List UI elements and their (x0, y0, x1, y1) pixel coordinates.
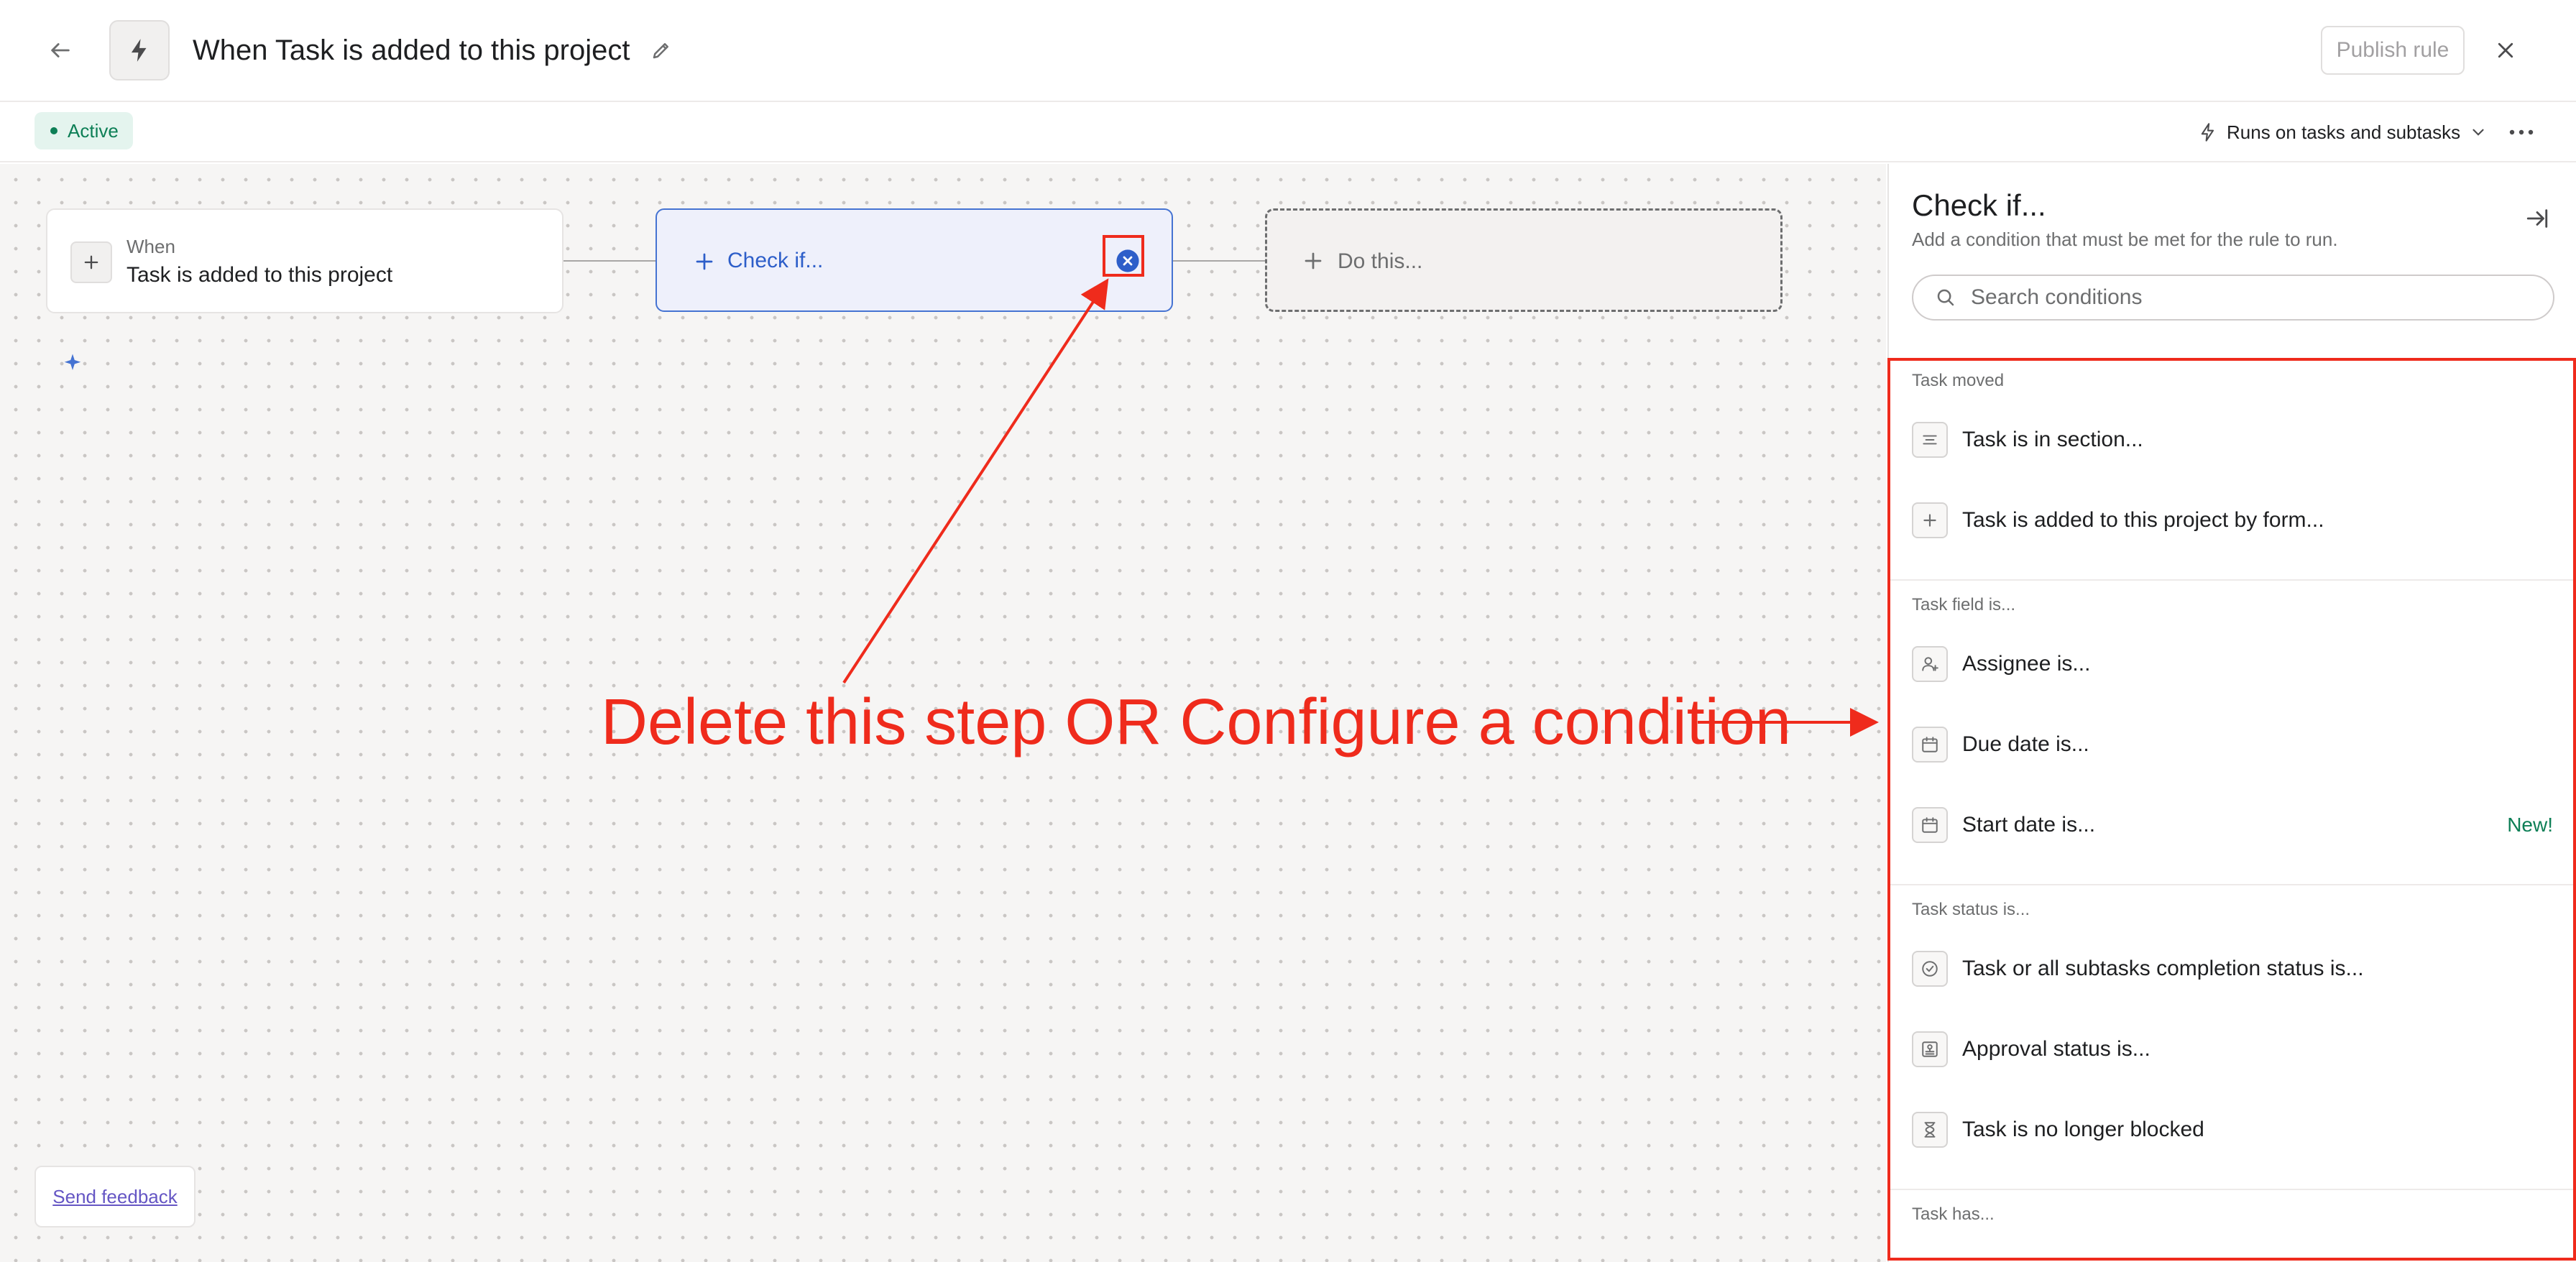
action-card[interactable]: Do this... (1265, 208, 1782, 312)
send-feedback-link[interactable]: Send feedback (52, 1186, 177, 1208)
search-conditions-box[interactable] (1912, 275, 2554, 321)
condition-panel: Check if... Add a condition that must be… (1887, 164, 2576, 1262)
plus-icon (1912, 502, 1948, 538)
calendar-icon (1912, 807, 1948, 843)
status-label: Active (68, 119, 119, 142)
status-dot-icon (50, 127, 58, 134)
condition-group: Task has... (1889, 1190, 2576, 1252)
condition-label: Check if... (727, 249, 824, 272)
status-badge[interactable]: Active (34, 112, 133, 149)
condition-label: Task is added to this project by form... (1962, 508, 2324, 532)
close-icon (2498, 42, 2513, 58)
condition-group: Task field is... Assignee is... Due date… (1889, 581, 2576, 885)
stamp-icon (1912, 1031, 1948, 1067)
condition-label: Start date is... (1962, 813, 2096, 837)
rule-lightning-icon (109, 20, 170, 80)
plus-icon[interactable] (70, 241, 112, 283)
condition-group: Task moved Task is in section... Task is… (1889, 356, 2576, 581)
condition-label: Approval status is... (1962, 1037, 2150, 1061)
search-icon (1937, 289, 1954, 306)
pencil-icon[interactable] (647, 36, 676, 65)
condition-label: Assignee is... (1962, 652, 2091, 676)
group-title: Task has... (1912, 1205, 1995, 1224)
calendar-icon (1912, 727, 1948, 763)
condition-item[interactable]: Start date is... New! (1889, 785, 2576, 865)
annotation-text: Delete this step OR Configure a conditio… (601, 686, 1791, 758)
condition-item[interactable]: Due date is... (1889, 704, 2576, 785)
ellipsis-icon (2509, 129, 2534, 135)
sparkle-icon[interactable] (62, 352, 83, 374)
condition-item[interactable]: Assignee is... (1889, 624, 2576, 704)
runs-on-label: Runs on tasks and subtasks (2227, 121, 2461, 143)
action-label: Do this... (1338, 249, 1423, 273)
search-conditions-input[interactable] (1971, 285, 2531, 310)
close-button[interactable] (2484, 29, 2527, 72)
trigger-label: When (126, 236, 175, 257)
condition-label: Task is in section... (1962, 428, 2143, 451)
new-badge: New! (2507, 814, 2553, 836)
group-title: Task status is... (1912, 900, 2030, 919)
condition-item[interactable]: Task is no longer blocked (1889, 1090, 2576, 1170)
collapse-panel-button[interactable] (2520, 201, 2554, 236)
trigger-value: Task is added to this project (126, 263, 393, 287)
person-icon (1912, 646, 1948, 682)
condition-list: Task moved Task is in section... Task is… (1889, 356, 2576, 1262)
check-circle-icon (1912, 951, 1948, 987)
hourglass-icon (1912, 1112, 1948, 1148)
panel-title: Check if... (1912, 188, 2046, 222)
plus-icon (691, 249, 717, 275)
rule-title[interactable]: When Task is added to this project (193, 32, 630, 69)
plus-icon (1300, 248, 1326, 274)
trigger-card[interactable]: When Task is added to this project (46, 208, 564, 313)
runs-on-dropdown[interactable]: Runs on tasks and subtasks (2198, 115, 2488, 149)
delete-step-button[interactable] (1107, 240, 1149, 282)
send-feedback-box: Send feedback (34, 1166, 196, 1228)
rule-subheader: Active Runs on tasks and subtasks (0, 102, 2576, 162)
arrow-left-icon (51, 43, 70, 57)
condition-label: Due date is... (1962, 732, 2089, 756)
condition-card[interactable]: Check if... (656, 208, 1173, 312)
connector-line (1173, 260, 1265, 262)
group-title: Task moved (1912, 371, 2005, 390)
condition-item[interactable]: Task or all subtasks completion status i… (1889, 929, 2576, 1009)
condition-item[interactable]: Task is in section... (1889, 400, 2576, 480)
rule-editor-header: When Task is added to this project Publi… (0, 0, 2576, 102)
publish-rule-button[interactable]: Publish rule (2321, 26, 2465, 75)
section-icon (1912, 422, 1948, 458)
condition-label: Task is no longer blocked (1962, 1118, 2204, 1141)
collapse-right-icon (2526, 209, 2548, 228)
condition-item[interactable]: Approval status is... (1889, 1009, 2576, 1090)
condition-group: Task status is... Task or all subtasks c… (1889, 885, 2576, 1190)
condition-item[interactable]: Task is added to this project by form... (1889, 480, 2576, 561)
chevron-down-icon (2472, 129, 2484, 136)
connector-line (564, 260, 656, 262)
condition-label: Task or all subtasks completion status i… (1962, 957, 2364, 980)
group-title: Task field is... (1912, 595, 2016, 614)
back-button[interactable] (39, 29, 82, 72)
panel-subtitle: Add a condition that must be met for the… (1912, 229, 2338, 250)
lightning-outline-icon (2201, 123, 2214, 142)
more-options-button[interactable] (2504, 115, 2539, 149)
